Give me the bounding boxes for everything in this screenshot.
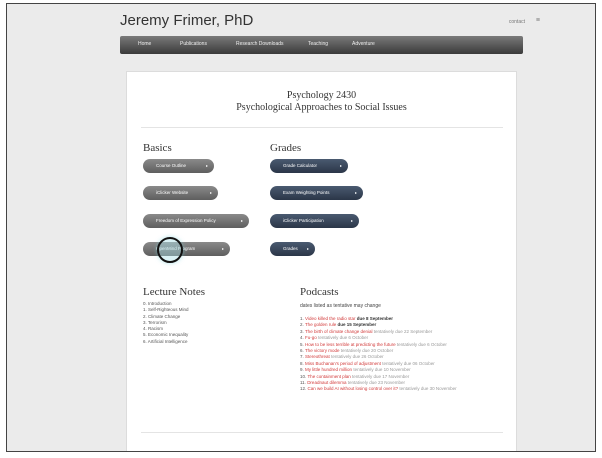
podcast-link[interactable]: The golden rule <box>305 322 336 327</box>
podcast-link[interactable]: Miss Buchanan's period of adjustment <box>305 361 381 366</box>
podcast-item: 12. Can we build AI without losing contr… <box>300 386 457 392</box>
podcast-number: 7. <box>300 354 304 360</box>
lecture-note-item[interactable]: 6. Artificial Intelligence <box>143 339 189 345</box>
podcast-link[interactable]: Fu-go <box>305 335 317 340</box>
button-label: Exam Weighting Points <box>283 190 330 195</box>
button-label: Freedom of Expression Policy <box>156 218 216 223</box>
podcast-due: tentatively due 20 October <box>340 348 394 354</box>
podcast-due: tentatively due 22 September <box>373 328 433 334</box>
podcast-number: 1. <box>300 316 304 321</box>
podcast-number: 10. <box>300 373 307 379</box>
button-label: iClicker Participation <box>283 218 324 223</box>
podcast-due: tentatively due 17 November <box>351 373 410 379</box>
grade-calculator-button[interactable]: Grade Calculator ▸ <box>270 159 348 173</box>
nav-research-downloads[interactable]: Research Downloads <box>236 41 284 47</box>
chevron-right-icon: ▸ <box>354 190 357 195</box>
podcast-list: 1. Video killed the radio star due 8 Sep… <box>300 316 457 393</box>
nav-home[interactable]: Home <box>138 41 151 47</box>
podcast-number: 4. <box>300 335 304 341</box>
chevron-right-icon: ▸ <box>306 246 309 251</box>
podcast-due: due 8 September <box>356 316 394 321</box>
iclicker-website-button[interactable]: iClicker Website ▸ <box>143 186 218 200</box>
grades-heading: Grades <box>270 142 302 154</box>
nav-teaching[interactable]: Teaching <box>308 41 328 47</box>
podcast-due: tentatively due 6 October <box>318 335 369 341</box>
podcast-due: tentatively due 10 November <box>353 367 411 373</box>
contact-link[interactable]: contact <box>509 19 525 25</box>
podcast-due: tentatively due 6 October <box>396 341 447 347</box>
main-content: Psychology 2430 Psychological Approaches… <box>126 71 517 451</box>
podcast-link[interactable]: Dreadnaut dilemma <box>307 380 346 385</box>
podcast-number: 6. <box>300 348 304 354</box>
chevron-right-icon: ▸ <box>339 163 342 168</box>
lecture-notes-list: 0. Introduction 1. Self-Righteous Mind 2… <box>143 301 189 345</box>
podcast-number: 11. <box>300 380 306 386</box>
podcast-number: 5. <box>300 341 304 347</box>
course-name: Psychological Approaches to Social Issue… <box>236 102 407 113</box>
grades-button[interactable]: Grades ▸ <box>270 242 315 256</box>
podcast-due: tentatively due 30 November <box>399 386 457 392</box>
podcast-due: tentatively due 23 November <box>347 380 406 386</box>
lecture-notes-heading: Lecture Notes <box>143 286 205 298</box>
footer-divider <box>141 432 503 433</box>
lecture-note-item[interactable]: 1. Self-Righteous Mind <box>143 307 189 313</box>
hamburger-icon[interactable]: ≡ <box>536 17 540 24</box>
lecture-note-item[interactable]: 5. Economic Inequality <box>143 332 189 338</box>
cursor-highlight <box>157 237 183 263</box>
podcast-link[interactable]: The containment plan <box>307 374 350 379</box>
main-navbar: Home Publications Research Downloads Tea… <box>120 36 523 54</box>
site-title[interactable]: Jeremy Frimer, PhD <box>120 12 253 29</box>
podcasts-subtitle: dates listed as tentative may change <box>300 303 381 309</box>
button-label: Grade Calculator <box>283 163 318 168</box>
podcast-number: 9. <box>300 367 304 373</box>
podcast-number: 12. <box>300 386 307 392</box>
podcasts-heading: Podcasts <box>300 286 339 298</box>
podcast-link[interactable]: How to be less terrible at predicting th… <box>305 342 396 347</box>
podcast-link[interactable]: Video killed the radio star <box>305 316 355 321</box>
chevron-right-icon: ▸ <box>209 190 212 195</box>
podcast-due: tentatively due 26 October <box>331 354 384 360</box>
freedom-of-expression-policy-button[interactable]: Freedom of Expression Policy ▸ <box>143 214 249 228</box>
basics-heading: Basics <box>143 142 172 154</box>
button-label: Course Outline <box>156 163 187 168</box>
course-outline-button[interactable]: Course Outline ▸ <box>143 159 214 173</box>
chevron-right-icon: ▸ <box>240 218 243 223</box>
podcast-number: 8. <box>300 360 304 366</box>
nav-publications[interactable]: Publications <box>180 41 207 47</box>
podcast-link[interactable]: The victory mode <box>305 348 340 353</box>
podcast-link[interactable]: The birth of climate change denial <box>305 329 373 334</box>
button-label: Grades <box>283 246 298 251</box>
course-number: Psychology 2430 <box>286 90 357 101</box>
podcast-number: 2. <box>300 322 304 328</box>
podcast-due: due 15 September <box>337 322 377 328</box>
browser-viewport: Jeremy Frimer, PhD contact ≡ Home Public… <box>6 3 596 452</box>
podcast-link[interactable]: Can we build AI without losing control o… <box>308 386 399 391</box>
chevron-right-icon: ▸ <box>205 163 208 168</box>
button-label: iClicker Website <box>156 190 189 195</box>
divider <box>141 127 503 128</box>
podcast-number: 3. <box>300 328 304 334</box>
chevron-right-icon: ▸ <box>350 218 353 223</box>
podcast-link[interactable]: My little hundred million <box>305 367 352 372</box>
podcast-due: tentatively due 06 October <box>382 360 435 366</box>
iclicker-participation-button[interactable]: iClicker Participation ▸ <box>270 214 359 228</box>
nav-adventure[interactable]: Adventure <box>352 41 375 47</box>
exam-weighting-points-button[interactable]: Exam Weighting Points ▸ <box>270 186 363 200</box>
chevron-right-icon: ▸ <box>221 246 224 251</box>
podcast-link[interactable]: Stereothreat <box>305 354 330 359</box>
